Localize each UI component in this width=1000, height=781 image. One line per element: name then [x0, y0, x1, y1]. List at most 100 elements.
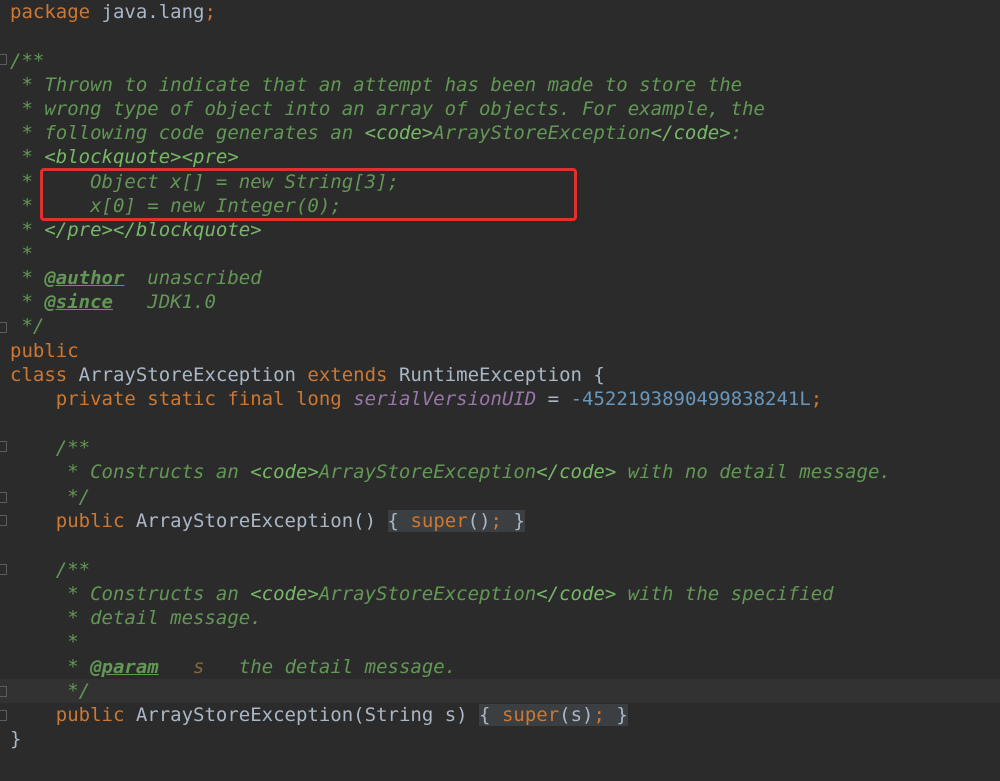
javadoc-tag: @param — [90, 656, 159, 678]
keyword: package — [10, 1, 91, 23]
comment-star: * — [10, 171, 33, 193]
html-tag: </pre> — [44, 219, 113, 241]
comment-line[interactable]: * @param s the detail message. — [10, 655, 456, 679]
html-tag: </code> — [650, 122, 731, 144]
fold-marker-icon[interactable] — [0, 710, 7, 721]
folded-body[interactable]: { super(); } — [387, 510, 525, 532]
comment-text: * — [10, 267, 45, 289]
comment-line[interactable]: * Constructs an <code>ArrayStoreExceptio… — [10, 582, 834, 606]
comment-text: * Constructs an — [10, 461, 251, 483]
comment-line[interactable]: * <blockquote><pre> — [10, 145, 239, 169]
comment-text: * following code generates an — [10, 122, 365, 144]
comment-text: * Constructs an — [10, 583, 251, 605]
comment-line[interactable]: * wrong type of object into an array of … — [10, 97, 765, 121]
comment-line[interactable]: * @since JDK1.0 — [10, 290, 216, 314]
comment-text: : — [730, 122, 743, 144]
comment-text: ArrayStoreException — [318, 583, 537, 605]
semicolon: ; — [204, 1, 216, 23]
comment-line[interactable]: * </pre></blockquote> — [10, 218, 261, 242]
comment-line[interactable]: /** — [10, 49, 44, 73]
code-line-package[interactable]: package java.lang; — [10, 0, 216, 24]
comment-line[interactable]: * Thrown to indicate that an attempt has… — [10, 73, 742, 97]
comment-text: * — [10, 219, 45, 241]
call-args: (s) — [559, 704, 594, 726]
comment-line[interactable]: /** — [10, 558, 90, 582]
folded-body[interactable]: { super(s); } — [479, 704, 628, 726]
comment-text: with no detail message. — [616, 461, 891, 483]
code-editor[interactable]: package java.lang; /** * Thrown to indic… — [0, 0, 1000, 781]
method-signature: ArrayStoreException(String s) — [124, 704, 468, 726]
param-name: s — [193, 656, 205, 678]
superclass-name: RuntimeException { — [387, 364, 605, 386]
package-name: java.lang — [90, 1, 205, 23]
code-line-close-brace[interactable]: } — [10, 727, 21, 751]
fold-marker-icon[interactable] — [0, 54, 7, 65]
comment-line[interactable]: /** — [10, 436, 90, 460]
comment-text: unascribed — [124, 267, 262, 289]
comment-line[interactable]: * @author unascribed — [10, 266, 262, 290]
method-signature: ArrayStoreException() — [124, 510, 377, 532]
comment-text: * — [10, 146, 45, 168]
editor-gutter — [0, 0, 8, 781]
open-brace: { — [387, 510, 399, 532]
operator: = — [536, 388, 571, 410]
keyword: private static final long — [55, 388, 342, 410]
comment-text: * — [10, 291, 45, 313]
comment-line[interactable]: * — [10, 242, 32, 266]
call-args: () — [467, 510, 491, 532]
semicolon: ; — [490, 510, 502, 532]
comment-text: JDK1.0 — [112, 291, 216, 313]
html-tag: </code> — [536, 461, 617, 483]
comment-text: ArrayStoreException — [318, 461, 537, 483]
comment-line[interactable]: * following code generates an <code>Arra… — [10, 121, 742, 145]
comment-text: the detail message. — [204, 656, 457, 678]
keyword: super — [410, 510, 468, 532]
comment-line[interactable]: */ — [10, 485, 90, 509]
fold-marker-icon[interactable] — [0, 564, 7, 575]
html-tag: <code> — [250, 583, 319, 605]
fold-marker-icon[interactable] — [0, 441, 7, 452]
keyword: public — [55, 510, 125, 532]
fold-marker-icon[interactable] — [0, 492, 7, 503]
keyword: class — [10, 364, 68, 386]
html-tag: <pre> — [181, 146, 239, 168]
close-brace: } — [513, 510, 525, 532]
html-tag: </code> — [536, 583, 617, 605]
number-literal: -4522193890499838241L — [570, 388, 811, 410]
comment-line[interactable]: * Constructs an <code>ArrayStoreExceptio… — [10, 460, 891, 484]
code-line-class-declaration[interactable]: class ArrayStoreException extends Runtim… — [10, 363, 605, 387]
comment-star: * — [10, 195, 33, 217]
comment-line[interactable]: */ — [10, 679, 90, 703]
fold-marker-icon[interactable] — [0, 322, 7, 333]
html-tag: <code> — [364, 122, 434, 144]
keyword: super — [501, 704, 560, 726]
code-line-modifier[interactable]: public — [10, 339, 79, 363]
current-line-highlight — [0, 679, 1000, 703]
fold-marker-icon[interactable] — [0, 515, 7, 526]
code-line-constructor[interactable]: public ArrayStoreException() { super(); … — [10, 509, 525, 533]
code-line-constructor[interactable]: public ArrayStoreException(String s) { s… — [10, 703, 628, 727]
comment-line[interactable]: */ — [10, 314, 44, 338]
semicolon: ; — [810, 388, 823, 410]
code-line-field[interactable]: private static final long serialVersionU… — [10, 387, 822, 411]
comment-line[interactable]: * — [10, 630, 78, 654]
semicolon: ; — [593, 704, 605, 726]
javadoc-tag: @since — [44, 291, 113, 313]
annotation-highlight-box — [40, 168, 577, 221]
open-brace: { — [479, 704, 491, 726]
keyword: public — [55, 704, 125, 726]
fold-marker-icon[interactable] — [0, 686, 7, 697]
comment-line[interactable]: * detail message. — [10, 606, 261, 630]
comment-text: * — [10, 656, 91, 678]
class-name: ArrayStoreException — [67, 364, 308, 386]
close-brace: } — [616, 704, 628, 726]
keyword: extends — [307, 364, 388, 386]
javadoc-tag: @author — [44, 267, 125, 289]
html-tag: <blockquote> — [44, 146, 182, 168]
field-name: serialVersionUID — [353, 388, 537, 410]
comment-text: ArrayStoreException — [433, 122, 651, 144]
comment-text: with the specified — [616, 583, 834, 605]
